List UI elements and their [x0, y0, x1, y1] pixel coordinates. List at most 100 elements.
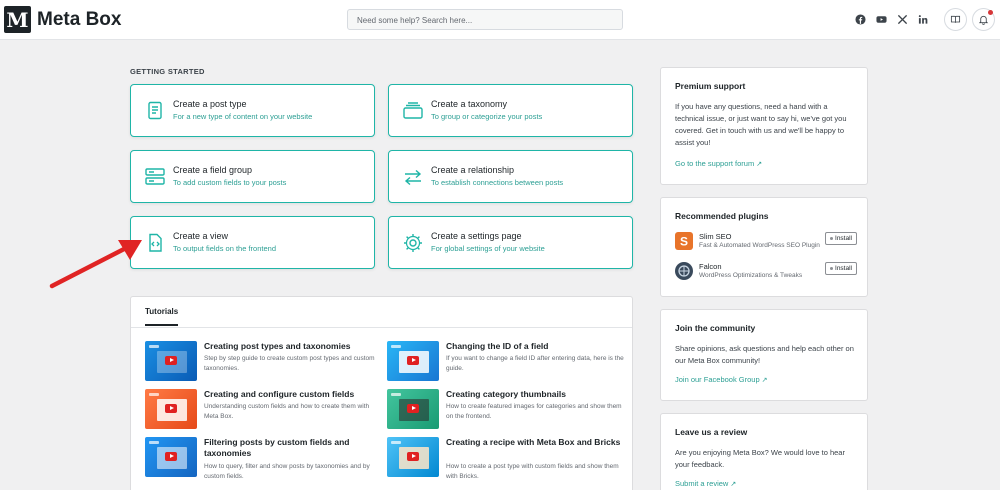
box-title: Leave us a review — [675, 427, 748, 437]
notification-dot — [988, 10, 993, 15]
install-button[interactable]: Install — [825, 232, 857, 245]
relationship-icon — [401, 165, 425, 189]
slim-seo-logo-icon: S — [675, 232, 693, 250]
create-taxonomy-card[interactable]: Create a taxonomy To group or categorize… — [388, 84, 633, 137]
card-title: Create a relationship — [431, 165, 515, 175]
play-icon — [165, 356, 177, 365]
annotation-arrow-icon — [49, 240, 142, 289]
card-title: Create a settings page — [431, 231, 522, 241]
tutorial-title[interactable]: Creating a recipe with Meta Box and Bric… — [446, 437, 624, 448]
install-button[interactable]: Install — [825, 262, 857, 275]
view-icon — [143, 231, 167, 255]
tab-divider — [131, 327, 632, 328]
top-bar: M Meta Box Need some help? Search here..… — [0, 0, 1000, 40]
plugin-row: Falcon WordPress Optimizations & Tweaks … — [675, 262, 857, 282]
help-search-input[interactable]: Need some help? Search here... — [347, 9, 623, 30]
play-icon — [165, 404, 177, 413]
getting-started-label: GETTING STARTED — [130, 67, 205, 76]
tutorial-thumbnail[interactable] — [145, 437, 197, 477]
tab-tutorials[interactable]: Tutorials — [145, 307, 179, 326]
facebook-group-link[interactable]: Join our Facebook Group ↗ — [675, 375, 768, 384]
create-post-type-card[interactable]: Create a post type For a new type of con… — [130, 84, 375, 137]
card-subtitle: To output fields on the frontend — [173, 244, 276, 253]
svg-text:S: S — [680, 235, 688, 249]
tutorial-item[interactable]: Filtering posts by custom fields and tax… — [145, 437, 380, 483]
tutorial-desc: How to create featured images for catego… — [446, 403, 622, 420]
card-title: Create a taxonomy — [431, 99, 508, 109]
join-community-box: Join the community Share opinions, ask q… — [660, 309, 868, 401]
tutorial-title[interactable]: Filtering posts by custom fields and tax… — [204, 437, 382, 459]
tutorials-panel: Tutorials Creating post types and taxono… — [130, 296, 633, 490]
tutorial-item[interactable]: Creating a recipe with Meta Box and Bric… — [387, 437, 622, 483]
plugin-desc: WordPress Optimizations & Tweaks — [699, 272, 803, 279]
play-icon — [407, 356, 419, 365]
falcon-logo-icon — [675, 262, 693, 280]
book-icon — [950, 15, 961, 23]
card-title: Create a post type — [173, 99, 247, 109]
box-title: Recommended plugins — [675, 211, 769, 221]
tutorial-title[interactable]: Creating post types and taxonomies — [204, 341, 382, 352]
box-body: If you have any questions, need a hand w… — [675, 102, 847, 147]
settings-icon — [401, 231, 425, 255]
bell-icon — [978, 15, 989, 25]
tutorial-title[interactable]: Changing the ID of a field — [446, 341, 624, 352]
linkedin-icon[interactable] — [916, 12, 930, 26]
box-title: Premium support — [675, 81, 746, 91]
premium-support-box: Premium support If you have any question… — [660, 67, 868, 185]
leave-review-box: Leave us a review Are you enjoying Meta … — [660, 413, 868, 490]
external-link-icon: ↗ — [756, 161, 763, 168]
tutorial-thumbnail[interactable] — [145, 389, 197, 429]
tutorial-item[interactable]: Creating post types and taxonomies Step … — [145, 341, 380, 387]
docs-book-button[interactable] — [944, 8, 967, 31]
plugin-desc: Fast & Automated WordPress SEO Plugin — [699, 242, 820, 249]
submit-review-link[interactable]: Submit a review ↗ — [675, 479, 736, 488]
card-subtitle: To establish connections between posts — [431, 178, 564, 187]
tutorial-desc: How to query, filter and show posts by t… — [204, 463, 370, 480]
tutorial-thumbnail[interactable] — [387, 341, 439, 381]
box-body: Share opinions, ask questions and help e… — [675, 344, 854, 365]
logo-text: Meta Box — [37, 8, 122, 30]
tutorial-desc: How to create a post type with custom fi… — [446, 463, 619, 480]
card-title: Create a field group — [173, 165, 253, 175]
create-relationship-card[interactable]: Create a relationship To establish conne… — [388, 150, 633, 203]
meta-box-logo[interactable]: M Meta Box — [4, 6, 121, 33]
play-icon — [407, 452, 419, 461]
tutorial-title[interactable]: Creating category thumbnails — [446, 389, 624, 400]
taxonomy-icon — [401, 99, 425, 123]
tutorial-title[interactable]: Creating and configure custom fields — [204, 389, 382, 400]
play-icon — [165, 452, 177, 461]
create-settings-page-card[interactable]: Create a settings page For global settin… — [388, 216, 633, 269]
support-forum-link[interactable]: Go to the support forum ↗ — [675, 159, 762, 168]
facebook-icon[interactable] — [853, 12, 867, 26]
plugin-name: Falcon — [699, 262, 722, 271]
recommended-plugins-box: Recommended plugins S Slim SEO Fast & Au… — [660, 197, 868, 297]
tutorial-desc: If you want to change a field ID after e… — [446, 355, 624, 372]
tutorial-desc: Understanding custom fields and how to c… — [204, 403, 370, 420]
create-field-group-card[interactable]: Create a field group To add custom field… — [130, 150, 375, 203]
card-subtitle: For global settings of your website — [431, 244, 545, 253]
box-title: Join the community — [675, 323, 756, 333]
document-icon — [143, 99, 167, 123]
notifications-button[interactable] — [972, 8, 995, 31]
card-subtitle: To add custom fields to your posts — [173, 178, 287, 187]
card-title: Create a view — [173, 231, 229, 241]
plugin-row: S Slim SEO Fast & Automated WordPress SE… — [675, 232, 857, 252]
tutorial-item[interactable]: Creating category thumbnails How to crea… — [387, 389, 622, 435]
tutorial-thumbnail[interactable] — [387, 437, 439, 477]
youtube-icon[interactable] — [874, 12, 888, 26]
tutorial-thumbnail[interactable] — [145, 341, 197, 381]
field-group-icon — [143, 165, 167, 189]
tutorial-desc: Step by step guide to create custom post… — [204, 355, 375, 372]
play-icon — [407, 404, 419, 413]
x-icon[interactable] — [895, 12, 909, 26]
tutorial-item[interactable]: Changing the ID of a field If you want t… — [387, 341, 624, 387]
card-subtitle: For a new type of content on your websit… — [173, 112, 313, 121]
tutorial-thumbnail[interactable] — [387, 389, 439, 429]
external-link-icon: ↗ — [730, 481, 737, 488]
plugin-name: Slim SEO — [699, 232, 732, 241]
logo-mark: M — [4, 6, 31, 33]
create-view-card[interactable]: Create a view To output fields on the fr… — [130, 216, 375, 269]
external-link-icon: ↗ — [761, 377, 768, 384]
box-body: Are you enjoying Meta Box? We would love… — [675, 448, 845, 469]
tutorial-item[interactable]: Creating and configure custom fields Und… — [145, 389, 380, 435]
